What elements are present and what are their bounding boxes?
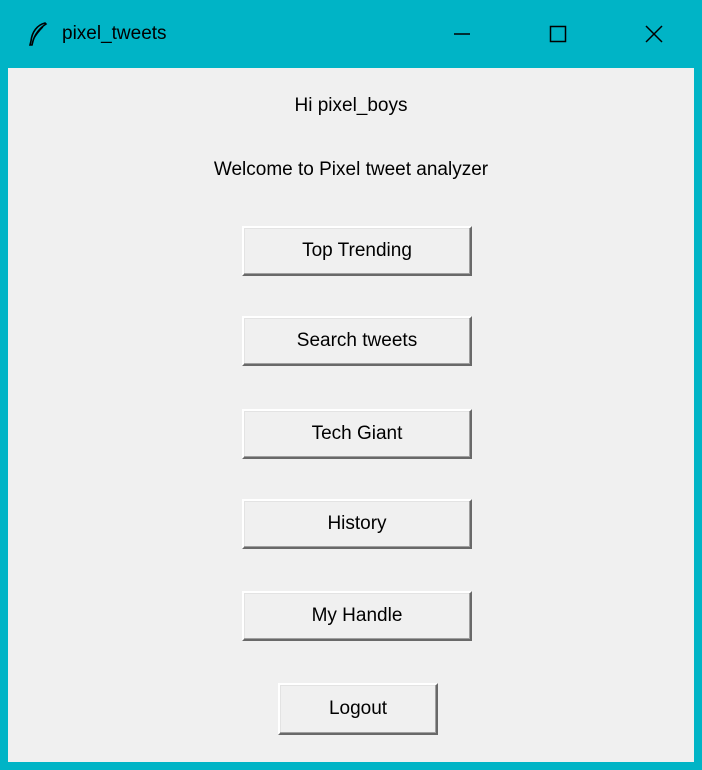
top-trending-button[interactable]: Top Trending bbox=[242, 226, 472, 276]
history-button[interactable]: History bbox=[242, 499, 472, 549]
feather-icon bbox=[8, 21, 68, 47]
maximize-button[interactable] bbox=[510, 0, 606, 68]
main-content: Hi pixel_boys Welcome to Pixel tweet ana… bbox=[8, 68, 694, 762]
close-button[interactable] bbox=[606, 0, 702, 68]
close-icon bbox=[645, 25, 663, 43]
title-bar[interactable]: pixel_tweets bbox=[0, 0, 702, 68]
window-title: pixel_tweets bbox=[62, 23, 167, 44]
welcome-label: Welcome to Pixel tweet analyzer bbox=[213, 159, 489, 180]
search-tweets-button[interactable]: Search tweets bbox=[242, 316, 472, 366]
minimize-icon bbox=[454, 33, 470, 35]
app-window: pixel_tweets Hi pixel_boys Welcome to Pi… bbox=[0, 0, 702, 770]
tech-giant-button[interactable]: Tech Giant bbox=[242, 409, 472, 459]
greeting-label: Hi pixel_boys bbox=[294, 95, 408, 116]
maximize-icon bbox=[549, 25, 567, 43]
window-controls bbox=[414, 0, 702, 68]
logout-button[interactable]: Logout bbox=[278, 683, 438, 735]
my-handle-button[interactable]: My Handle bbox=[242, 591, 472, 641]
minimize-button[interactable] bbox=[414, 0, 510, 68]
